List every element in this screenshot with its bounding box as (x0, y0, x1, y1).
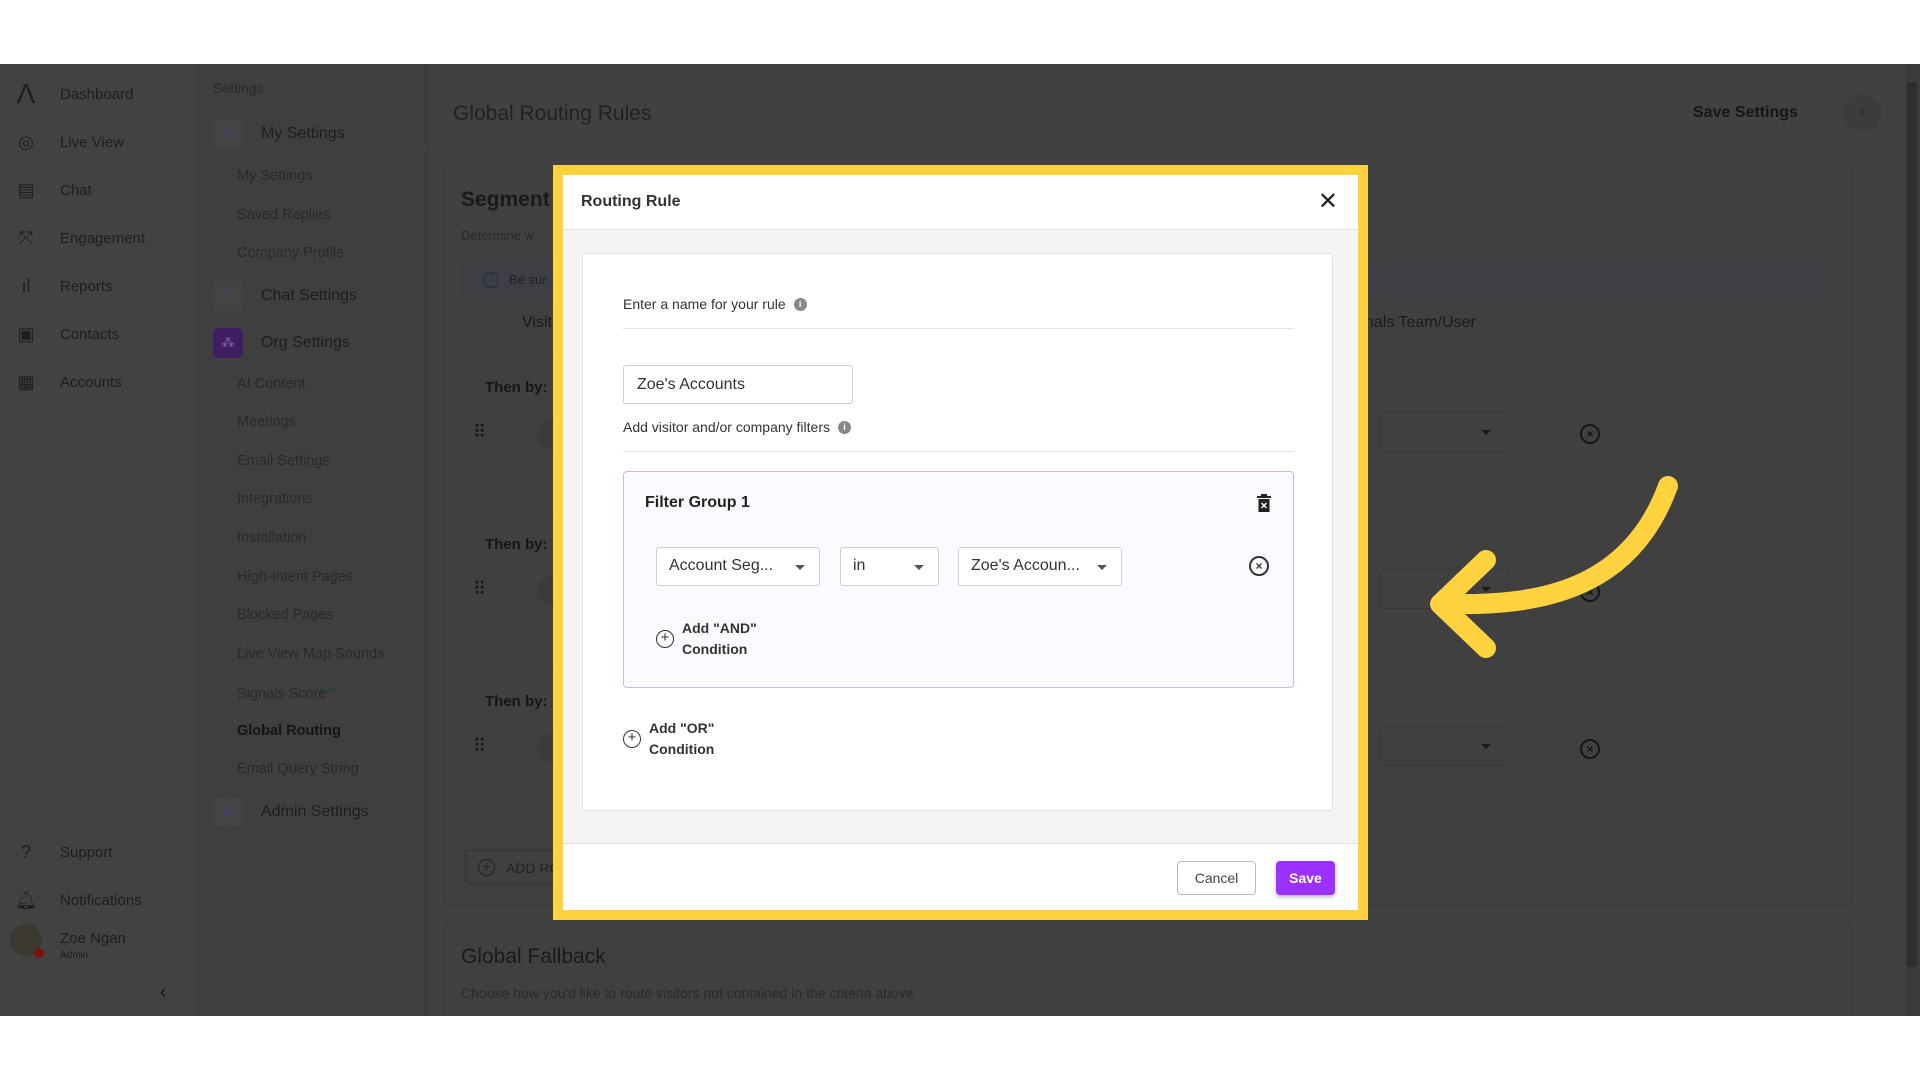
annotation-arrow-icon (1430, 476, 1678, 658)
